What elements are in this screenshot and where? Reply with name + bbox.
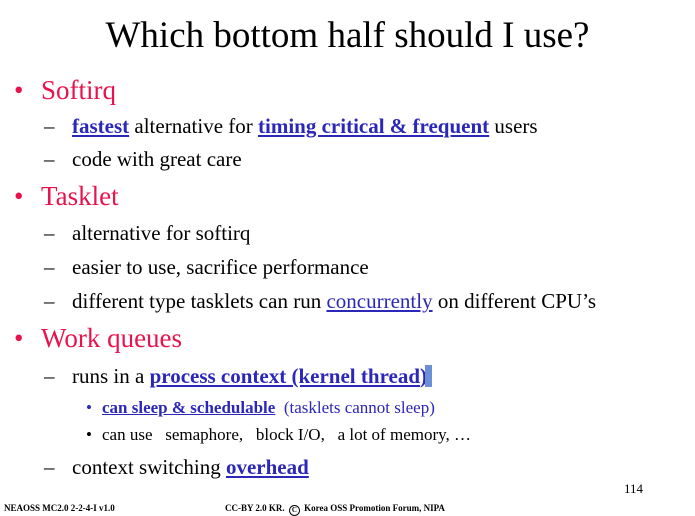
keyword-overhead: overhead [225,455,309,479]
bullet-label: Tasklet [41,181,119,211]
bullet-marker: • [14,181,24,211]
copyright-icon: C [288,505,300,516]
bullet-label: Work queues [41,323,183,353]
text: can use semaphore, block I/O, a lot of m… [102,425,472,444]
dash-marker: – [44,147,55,171]
footer-version: NEAOSS MC2.0 2-2-4-I v1.0 [4,503,115,513]
dash-marker: – [44,455,55,479]
text: users [489,114,538,138]
small-bullet-marker: • [86,398,92,417]
keyword-fastest: fastest [72,114,130,138]
text: alternative for softirq [72,221,251,245]
bullet-work-queues: • Work queues [14,322,182,354]
bullet-marker: • [14,75,24,105]
bullet-marker: • [14,323,24,353]
keyword-process-context: process context (kernel thread [149,364,421,388]
text: easier to use, sacrifice performance [72,255,369,279]
bullet-tasklet: • Tasklet [14,180,119,212]
dash-marker: – [44,364,55,388]
footer-license: CC-BY 2.0 KR. C Korea OSS Promotion Foru… [225,503,445,516]
text: context switching [72,455,226,479]
keyword-timing-critical: timing critical & frequent [258,114,490,138]
tasklet-sub-alternative: – alternative for softirq [44,220,250,246]
dash-marker: – [44,114,55,138]
text: on different CPU’s [432,289,597,313]
small-bullet-marker: • [86,425,92,444]
text: code with great care [72,147,242,171]
tasklet-sub-easier: – easier to use, sacrifice performance [44,254,369,280]
tasklet-sub-concurrently: – different type tasklets can run concurr… [44,288,596,314]
keyword-concurrently: concurrently [326,289,433,313]
license-holder: Korea OSS Promotion Forum, NIPA [304,503,445,513]
text: different type tasklets can run [72,289,327,313]
workqueues-sub-overhead: – context switching overhead [44,454,309,480]
keyword-can-sleep: can sleep & schedulable [102,398,276,417]
text: (tasklets cannot sleep) [275,398,435,417]
workqueues-sub-sleep: • can sleep & schedulable (tasklets canno… [86,397,435,419]
slide-title: Which bottom half should I use? [105,15,590,56]
dash-marker: – [44,255,55,279]
text: alternative for [129,114,259,138]
dash-marker: – [44,289,55,313]
dash-marker: – [44,221,55,245]
bullet-label: Softirq [41,75,117,105]
workqueues-sub-process-context: – runs in a process context (kernel threa… [44,363,433,389]
page-number: 114 [624,481,644,496]
text: runs in a [72,364,150,388]
softirq-sub-fastest: – fastest alternative for timing critical… [44,113,538,139]
bullet-softirq: • Softirq [14,74,116,106]
license-text: CC-BY 2.0 KR. [225,503,285,513]
text-cursor [425,365,433,387]
softirq-sub-care: – code with great care [44,146,242,172]
workqueues-sub-semaphore: • can use semaphore, block I/O, a lot of … [86,424,471,446]
